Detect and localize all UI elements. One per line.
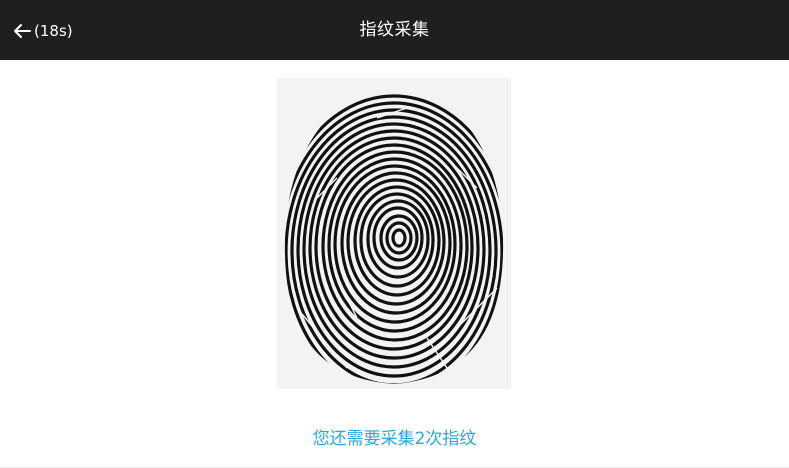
fingerprint-image — [277, 78, 511, 389]
top-bar: (18s) 指纹采集 — [0, 0, 789, 60]
page-title: 指纹采集 — [359, 20, 430, 40]
remaining-captures-hint: 您还需要采集2次指纹 — [312, 429, 477, 449]
fingerprint-capture-screen: (18s) 指纹采集 您还需要采集2次指纹 — [0, 0, 789, 468]
